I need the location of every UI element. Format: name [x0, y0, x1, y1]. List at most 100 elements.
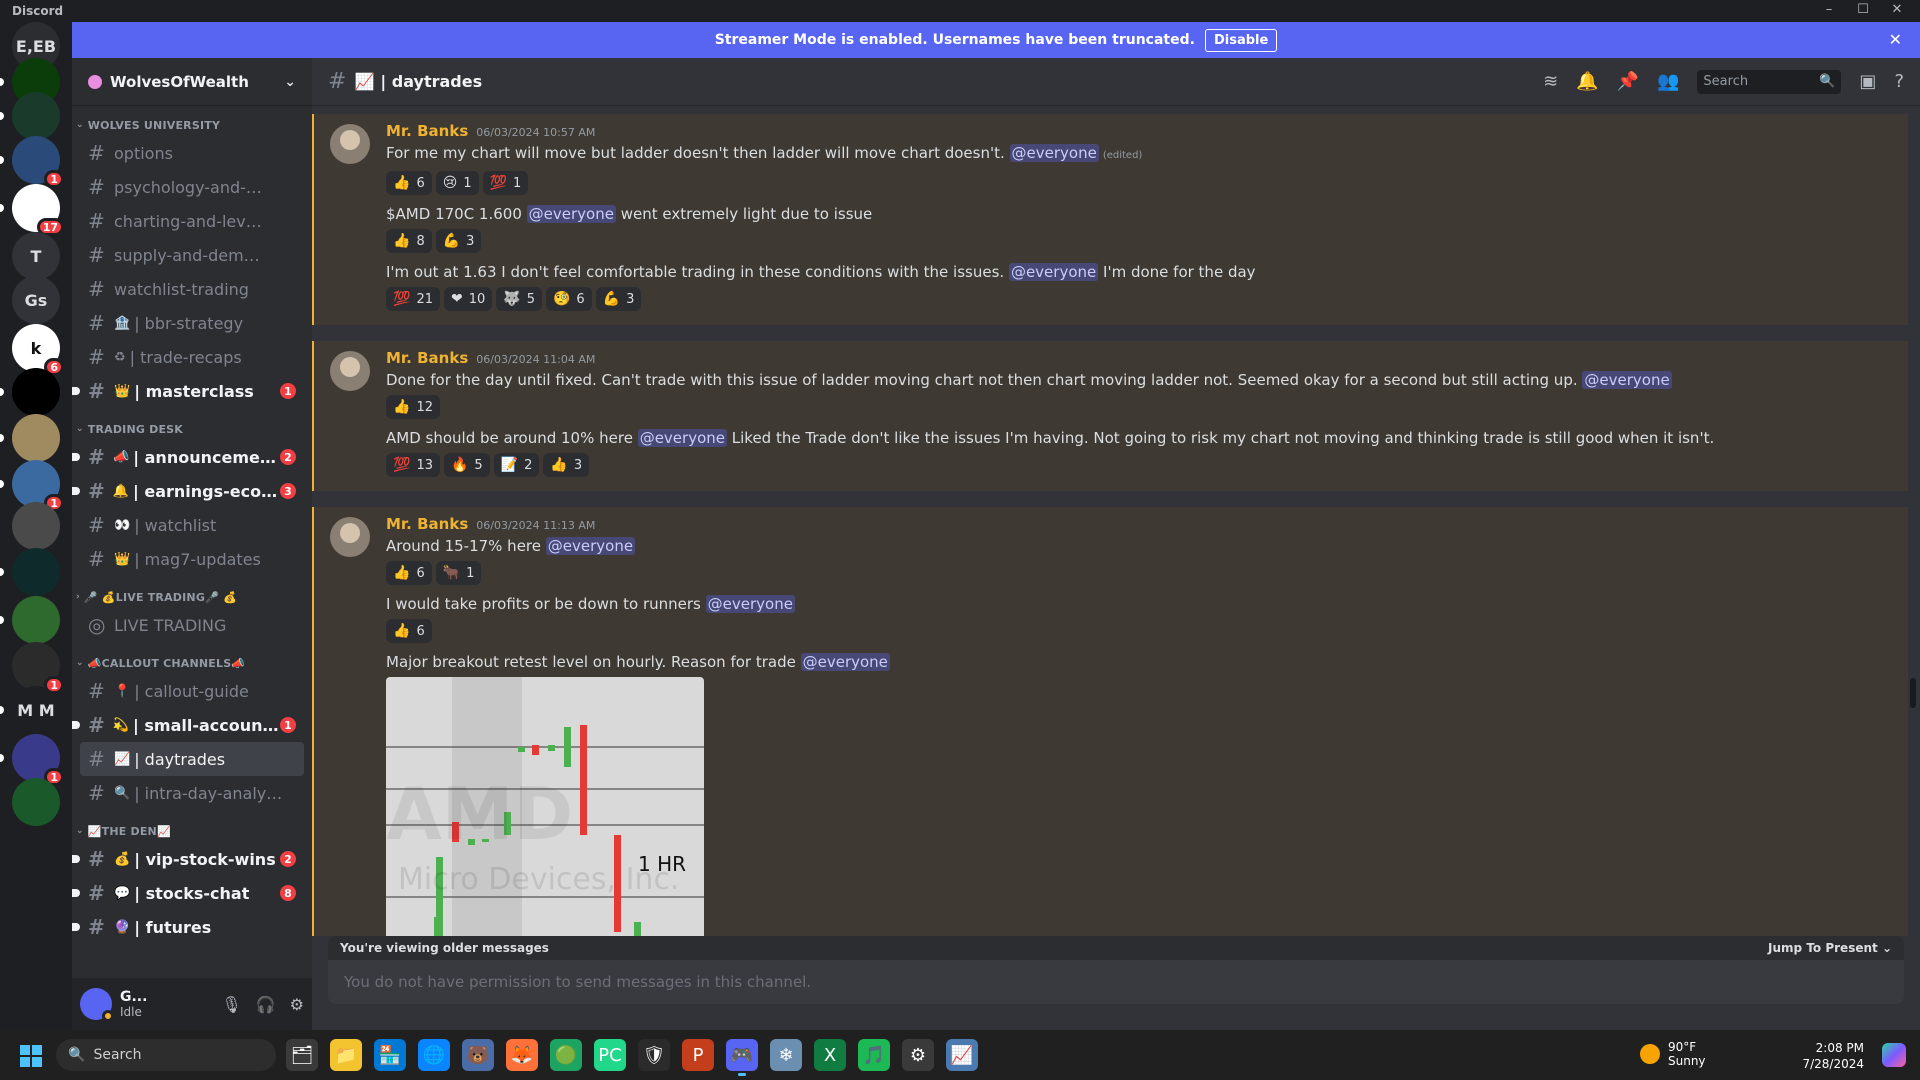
avatar[interactable] [330, 351, 370, 391]
chart-image-attachment[interactable]: AMD Micro Devices, Inc. 1 HR [386, 677, 704, 936]
taskbar-app-icon[interactable]: 🏪 [374, 1039, 406, 1071]
minimize-button[interactable]: – [1814, 2, 1844, 20]
everyone-mention[interactable]: @everyone [800, 653, 890, 671]
help-icon[interactable]: ? [1894, 71, 1904, 92]
close-window-button[interactable]: ✕ [1882, 2, 1912, 20]
everyone-mention[interactable]: @everyone [1008, 263, 1099, 281]
reaction-button[interactable]: 🐂 1 [435, 561, 482, 585]
channel-item[interactable]: # ♻ | trade-recaps [80, 340, 304, 374]
server-icon[interactable] [0, 368, 60, 416]
channel-item[interactable]: # 🔮 | futures [72, 910, 304, 944]
reaction-button[interactable]: 👍 8 [386, 229, 432, 253]
channel-item[interactable]: # 👑 | masterclass 1 [72, 374, 304, 408]
windows-start-icon[interactable] [20, 1045, 42, 1067]
category-the-den[interactable]: ⌄ 📈 THE DEN 📈 [72, 820, 312, 842]
category-callout-channels[interactable]: ⌄ 📣 CALLOUT CHANNELS 📣 [72, 652, 312, 674]
server-icon[interactable]: 1 [12, 642, 64, 694]
reaction-button[interactable]: 💯 1 [482, 171, 529, 195]
guild-header[interactable]: WolvesOfWealth ⌄ [72, 58, 312, 106]
microphone-icon[interactable]: 🎙 [221, 995, 241, 1014]
avatar[interactable] [80, 988, 114, 1022]
server-icon[interactable] [0, 548, 60, 596]
channel-item[interactable]: # 💫 | small-account-... 1 [72, 708, 304, 742]
server-icon[interactable] [12, 778, 60, 826]
server-icon[interactable]: 1 [0, 460, 64, 512]
taskbar-app-icon[interactable]: 🐻 [462, 1039, 494, 1071]
copilot-icon[interactable] [1882, 1043, 1906, 1067]
avatar[interactable] [330, 124, 370, 164]
taskbar-app-icon[interactable]: PC [594, 1039, 626, 1071]
everyone-mention[interactable]: @everyone [526, 205, 616, 223]
gear-icon[interactable]: ⚙ [290, 995, 304, 1014]
taskbar-app-icon[interactable]: X [814, 1039, 846, 1071]
taskbar-app-icon[interactable]: 🟢 [550, 1039, 582, 1071]
channel-item[interactable]: # 📣 | announcements 2 [72, 440, 304, 474]
channel-item[interactable]: # supply-and-demand [80, 238, 304, 272]
reaction-button[interactable]: 💪 3 [435, 229, 482, 253]
everyone-mention[interactable]: @everyone [705, 595, 795, 613]
channel-item[interactable]: # 📈 | daytrades [80, 742, 304, 776]
channel-item[interactable]: # watchlist-trading [80, 272, 304, 306]
reaction-button[interactable]: 👍 12 [386, 395, 440, 419]
reaction-button[interactable]: 👍 3 [543, 453, 590, 477]
reaction-button[interactable]: 🐺 5 [496, 287, 542, 311]
voice-channel-live-trading[interactable]: ◎ LIVE TRADING [80, 608, 304, 642]
server-icon[interactable] [12, 502, 60, 550]
close-icon[interactable]: ✕ [1889, 30, 1902, 49]
reaction-button[interactable]: 💯 21 [386, 287, 440, 311]
taskbar-app-icon[interactable]: 📁 [330, 1039, 362, 1071]
category-trading-desk[interactable]: ⌄ TRADING DESK [72, 418, 312, 440]
server-icon[interactable]: M M [0, 686, 60, 734]
server-icon[interactable] [0, 414, 60, 462]
reaction-button[interactable]: 💪 3 [595, 287, 642, 311]
category-wolves-university[interactable]: ⌄ WOLVES UNIVERSITY [72, 114, 312, 136]
message-author[interactable]: Mr. Banks [386, 122, 468, 140]
threads-icon[interactable]: ≋ [1543, 71, 1558, 92]
channel-item[interactable]: # 🏦 | bbr-strategy [80, 306, 304, 340]
message-author[interactable]: Mr. Banks [386, 349, 468, 367]
disable-streamer-button[interactable]: Disable [1204, 28, 1278, 52]
scrollbar[interactable] [1910, 678, 1916, 708]
server-icon[interactable] [0, 92, 60, 140]
server-icon[interactable]: k6 [12, 324, 64, 376]
maximize-button[interactable]: ☐ [1848, 2, 1878, 20]
reaction-button[interactable]: 📝 2 [493, 453, 540, 477]
reaction-button[interactable]: 👍 6 [386, 619, 432, 643]
server-icon[interactable]: 1 [0, 136, 64, 188]
search-input[interactable] [1703, 74, 1814, 89]
server-icon[interactable] [0, 596, 60, 644]
taskbar-app-icon[interactable]: 🌐 [418, 1039, 450, 1071]
taskbar-app-icon[interactable]: 🦊 [506, 1039, 538, 1071]
message-author[interactable]: Mr. Banks [386, 515, 468, 533]
reaction-button[interactable]: 😢 1 [435, 171, 479, 195]
channel-item[interactable]: # psychology-and-strategi... [80, 170, 304, 204]
everyone-mention[interactable]: @everyone [1009, 144, 1099, 162]
category-live-trading[interactable]: › 🎤 💰 LIVE TRADING 🎤 💰 [72, 586, 312, 608]
channel-item[interactable]: # 💬 | stocks-chat 8 [72, 876, 304, 910]
reaction-button[interactable]: ❤ 10 [443, 287, 493, 311]
taskbar-app-icon[interactable]: 📈 [946, 1039, 978, 1071]
server-icon[interactable]: 1 [0, 734, 64, 786]
reaction-button[interactable]: 👍 6 [386, 171, 432, 195]
members-icon[interactable]: 👥 [1657, 71, 1679, 92]
taskbar-search[interactable]: 🔍 Search [56, 1039, 276, 1071]
headphones-icon[interactable]: 🎧 [256, 995, 276, 1014]
weather-widget[interactable]: 90°F Sunny [1640, 1040, 1706, 1068]
channel-item[interactable]: # 📍 | callout-guide [80, 674, 304, 708]
channel-item[interactable]: # 👑 | mag7-updates [80, 542, 304, 576]
avatar[interactable] [330, 517, 370, 557]
channel-item[interactable]: # options [80, 136, 304, 170]
everyone-mention[interactable]: @everyone [545, 537, 636, 555]
server-icon[interactable]: 17 [0, 184, 64, 236]
channel-item[interactable]: # 👀 | watchlist [80, 508, 304, 542]
everyone-mention[interactable]: @everyone [1582, 371, 1672, 389]
reaction-button[interactable]: 👍 6 [386, 561, 432, 585]
inbox-icon[interactable]: ▣ [1859, 71, 1876, 92]
taskbar-app-icon[interactable]: P [682, 1039, 714, 1071]
taskbar-app-icon[interactable]: ⚙ [902, 1039, 934, 1071]
chevron-down-icon[interactable]: ⌄ [284, 74, 296, 90]
taskbar-app-icon[interactable]: 🗂 [286, 1039, 318, 1071]
reaction-button[interactable]: 💯 13 [386, 453, 440, 477]
jump-to-present-button[interactable]: Jump To Present ⌄ [1768, 941, 1892, 955]
everyone-mention[interactable]: @everyone [637, 429, 727, 447]
